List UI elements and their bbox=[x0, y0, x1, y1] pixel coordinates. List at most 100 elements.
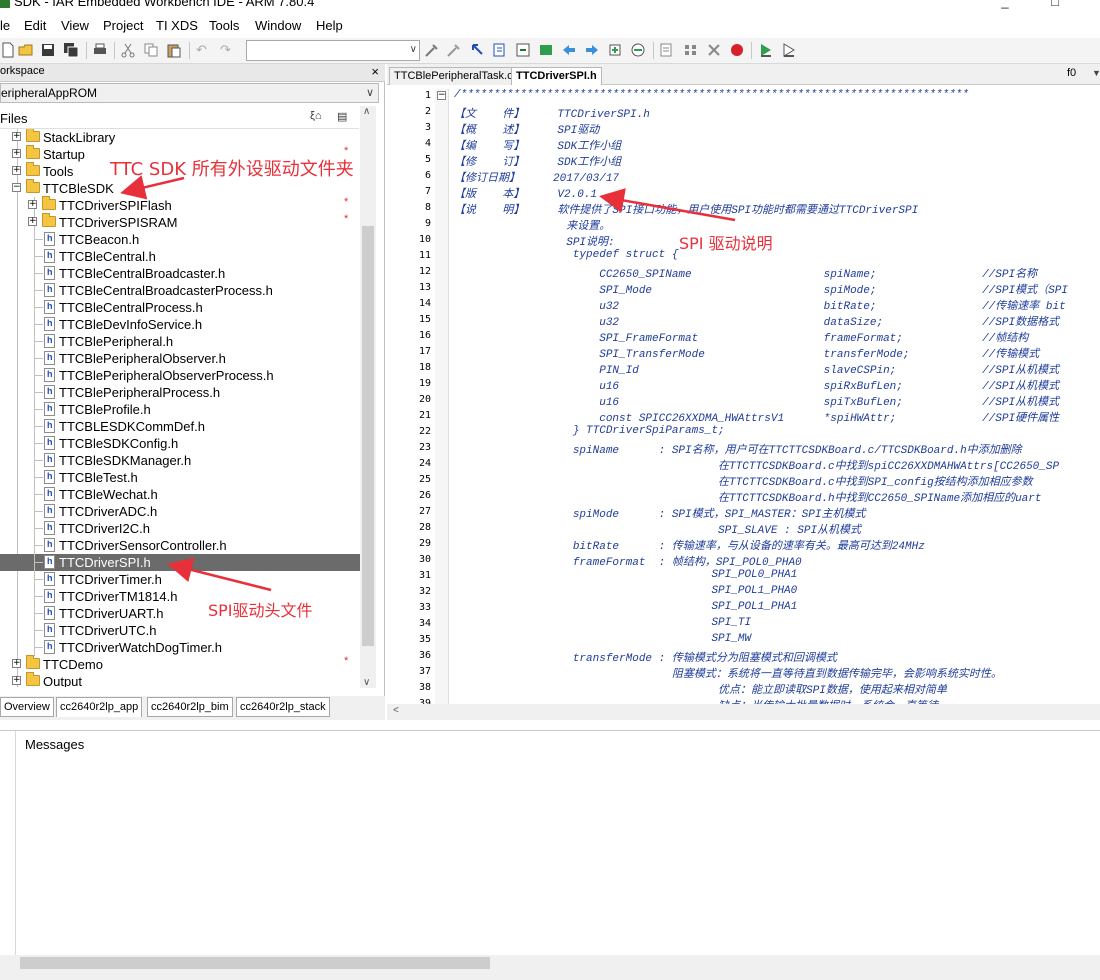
code-line[interactable]: frameFormat : 帧结构，SPI_POL0_PHA0 bbox=[454, 553, 802, 569]
code-line[interactable]: SPI_TransferMode transferMode; //传输模式 bbox=[454, 345, 1039, 361]
tree-file-ttcblecentralbroadcaster-h[interactable]: TTCBleCentralBroadcaster.h bbox=[0, 265, 360, 282]
collapse-icon[interactable]: − bbox=[12, 183, 21, 192]
tree-file-ttcdriversensorcontroller-h[interactable]: TTCDriverSensorController.h bbox=[0, 537, 360, 554]
download-debug-icon[interactable] bbox=[758, 42, 774, 58]
menu-project[interactable]: Project bbox=[103, 18, 143, 33]
tree-folder-ttcdriverspiflash[interactable]: + TTCDriverSPIFlash * bbox=[0, 196, 360, 214]
next-bookmark-icon[interactable] bbox=[584, 42, 600, 58]
code-line[interactable]: u32 bitRate; //传输速率 bit bbox=[454, 297, 1065, 313]
code-line[interactable]: SPI_POL0_PHA1 bbox=[454, 569, 797, 581]
browse-icon[interactable] bbox=[630, 42, 646, 58]
code-line[interactable]: 在TTCTTCSDKBoard.c中找到SPI_config按结构添加相应参数 bbox=[454, 473, 1033, 489]
code-line[interactable]: PIN_Id slaveCSPin; //SPI从机模式 bbox=[454, 361, 1059, 377]
navigate-icon[interactable] bbox=[515, 42, 531, 58]
code-line[interactable]: 【版 本】 V2.0.1 bbox=[454, 185, 597, 201]
tree-file-ttcdriveri2c-h[interactable]: TTCDriverI2C.h bbox=[0, 520, 360, 537]
tree-file-ttcblewechat-h[interactable]: TTCBleWechat.h bbox=[0, 486, 360, 503]
expand-icon[interactable]: + bbox=[12, 659, 21, 668]
tree-file-ttcdriverutc-h[interactable]: TTCDriverUTC.h bbox=[0, 622, 360, 639]
go-to-icon[interactable] bbox=[470, 42, 486, 58]
tab-cc2640r2lp-stack[interactable]: cc2640r2lp_stack bbox=[236, 697, 330, 717]
find-next-icon[interactable] bbox=[446, 42, 462, 58]
tree-file-ttcblesdkconfig-h[interactable]: TTCBleSDKConfig.h bbox=[0, 435, 360, 452]
code-area[interactable]: 1 /**************************************… bbox=[387, 89, 1100, 704]
build-status-icon[interactable]: ▤ bbox=[337, 110, 347, 123]
tab-ttcbleperipheraltask-c[interactable]: TTCBlePeripheralTask.c bbox=[389, 67, 518, 85]
code-line[interactable]: typedef struct { bbox=[454, 249, 679, 261]
code-line[interactable]: 在TTCTTCSDKBoard.c中找到spiCC26XXDMAHWAttrs[… bbox=[454, 457, 1059, 473]
menu-edit[interactable]: Edit bbox=[24, 18, 46, 33]
menu-file[interactable]: le bbox=[0, 18, 10, 33]
copy-icon[interactable] bbox=[143, 42, 159, 58]
tab-cc2640r2lp-bim[interactable]: cc2640r2lp_bim bbox=[147, 697, 233, 717]
prev-bookmark-icon[interactable] bbox=[561, 42, 577, 58]
scroll-up-icon[interactable]: ∧ bbox=[363, 106, 370, 117]
chevron-down-icon[interactable]: ▼ bbox=[1092, 68, 1100, 78]
code-line[interactable]: 【概 述】 SPI驱动 bbox=[454, 121, 599, 137]
scrollbar-thumb[interactable] bbox=[362, 226, 374, 646]
tree-file-ttcblecentral-h[interactable]: TTCBleCentral.h bbox=[0, 248, 360, 265]
code-line[interactable]: SPI说明: bbox=[454, 233, 614, 249]
print-icon[interactable] bbox=[92, 42, 108, 58]
tree-file-ttcblesdkmanager-h[interactable]: TTCBleSDKManager.h bbox=[0, 452, 360, 469]
options-icon[interactable]: ξ⌂ bbox=[310, 110, 322, 122]
menu-ti-xds[interactable]: TI XDS bbox=[156, 18, 198, 33]
open-folder-icon[interactable] bbox=[18, 42, 34, 58]
tree-file-ttcblesdkcommdef-h[interactable]: TTCBLESDKCommDef.h bbox=[0, 418, 360, 435]
expand-icon[interactable]: + bbox=[12, 166, 21, 175]
code-line[interactable]: 【编 写】 SDK工作小组 bbox=[454, 137, 621, 153]
editor-hscrollbar[interactable]: < bbox=[387, 704, 1100, 720]
find-combo[interactable]: ∨ bbox=[246, 40, 420, 61]
expand-icon[interactable]: + bbox=[28, 200, 37, 209]
undo-icon[interactable]: ↶ bbox=[196, 42, 212, 58]
scrollbar-thumb[interactable] bbox=[20, 957, 490, 969]
code-line[interactable]: transferMode : 传输模式分为阻塞模式和回调模式 bbox=[454, 649, 837, 665]
expand-icon[interactable]: + bbox=[12, 676, 21, 685]
tree-folder-ttcdemo[interactable]: + TTCDemo * bbox=[0, 655, 360, 673]
new-file-icon[interactable] bbox=[0, 42, 16, 58]
code-line[interactable]: u16 spiTxBufLen; //SPI从机模式 bbox=[454, 393, 1059, 409]
tree-file-ttcbleperipheralobserverprocess-h[interactable]: TTCBlePeripheralObserverProcess.h bbox=[0, 367, 360, 384]
tree-file-ttcdrivertimer-h[interactable]: TTCDriverTimer.h bbox=[0, 571, 360, 588]
tree-folder-stacklibrary[interactable]: + StackLibrary bbox=[0, 129, 360, 146]
function-selector[interactable]: f0 bbox=[1067, 67, 1076, 79]
code-line[interactable]: 缺点：当传输大批量数据时，系统会一直等待 bbox=[454, 697, 938, 704]
code-line[interactable]: 【文 件】 TTCDriverSPI.h bbox=[454, 105, 650, 121]
find-icon[interactable] bbox=[424, 42, 440, 58]
tree-file-ttcdriverspi-h[interactable]: TTCDriverSPI.h bbox=[0, 554, 360, 571]
tab-overview[interactable]: Overview bbox=[0, 697, 54, 717]
menu-tools[interactable]: Tools bbox=[209, 18, 239, 33]
code-line[interactable]: /***************************************… bbox=[454, 89, 969, 101]
tree-file-ttcblecentralprocess-h[interactable]: TTCBleCentralProcess.h bbox=[0, 299, 360, 316]
tree-file-ttcblecentralbroadcasterprocess-h[interactable]: TTCBleCentralBroadcasterProcess.h bbox=[0, 282, 360, 299]
code-line[interactable]: SPI_FrameFormat frameFormat; //帧结构 bbox=[454, 329, 1028, 345]
scroll-down-icon[interactable]: ∨ bbox=[363, 677, 370, 688]
maximize-icon[interactable]: □ bbox=[1040, 0, 1070, 12]
code-line[interactable]: const SPICC26XXDMA_HWAttrsV1 *spiHWAttr;… bbox=[454, 409, 1059, 425]
collapse-icon[interactable]: − bbox=[437, 91, 446, 100]
code-line[interactable]: 【说 明】 软件提供了SPI接口功能，用户使用SPI功能时都需要通过TTCDri… bbox=[454, 201, 918, 217]
cut-icon[interactable] bbox=[120, 42, 136, 58]
code-line[interactable]: bitRate : 传输速率，与从设备的速率有关。最高可达到24MHz bbox=[454, 537, 925, 553]
code-line[interactable]: u16 spiRxBufLen; //SPI从机模式 bbox=[454, 377, 1059, 393]
code-line[interactable]: } TTCDriverSpiParams_t; bbox=[454, 425, 725, 437]
code-line[interactable]: 来设置。 bbox=[454, 217, 610, 233]
code-line[interactable]: spiName : SPI名称，用户可在TTCTTCSDKBoard.c/TTC… bbox=[454, 441, 1022, 457]
workspace-scrollbar[interactable]: ∧ ∨ bbox=[360, 106, 376, 688]
code-line[interactable]: SPI_TI bbox=[454, 617, 751, 629]
tree-file-ttcbletest-h[interactable]: TTCBleTest.h bbox=[0, 469, 360, 486]
close-icon[interactable]: × bbox=[371, 64, 379, 79]
tree-file-ttcbleprofile-h[interactable]: TTCBleProfile.h bbox=[0, 401, 360, 418]
code-line[interactable]: 在TTCTTCSDKBoard.h中找到CC2650_SPIName添加相应的u… bbox=[454, 489, 1041, 505]
configuration-select[interactable]: eripheralAppROM ∨ bbox=[0, 83, 379, 103]
compile-icon[interactable] bbox=[659, 42, 675, 58]
menu-window[interactable]: Window bbox=[255, 18, 301, 33]
menu-help[interactable]: Help bbox=[316, 18, 343, 33]
tree-file-ttcdriverwatchdogtimer-h[interactable]: TTCDriverWatchDogTimer.h bbox=[0, 639, 360, 656]
tab-ttcdriverspi-h[interactable]: TTCDriverSPI.h bbox=[511, 67, 602, 85]
tree-folder-ttcblesdk[interactable]: − TTCBleSDK bbox=[0, 179, 360, 197]
expand-icon[interactable]: + bbox=[12, 149, 21, 158]
code-line[interactable]: 阻塞模式：系统将一直等待直到数据传输完毕，会影响系统实时性。 bbox=[454, 665, 1002, 681]
code-line[interactable]: 【修 订】 SDK工作小组 bbox=[454, 153, 621, 169]
expand-icon[interactable]: + bbox=[12, 132, 21, 141]
